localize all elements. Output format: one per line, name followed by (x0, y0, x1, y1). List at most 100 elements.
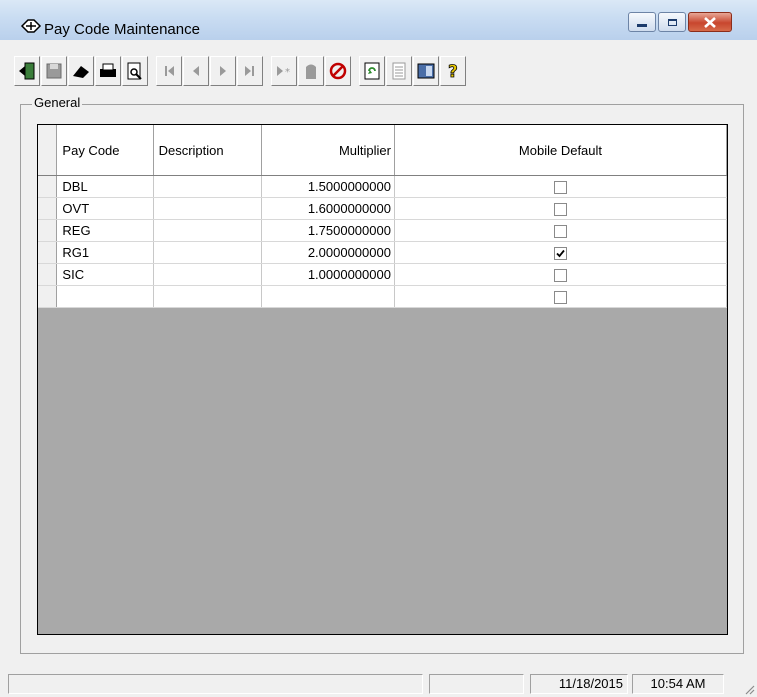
app-icon (20, 19, 42, 33)
print-preview-button[interactable] (122, 56, 148, 86)
next-record-icon (220, 66, 226, 76)
mobile-default-cell[interactable] (394, 175, 727, 198)
pay-code-cell[interactable]: SIC (56, 263, 154, 286)
cancel-button[interactable] (325, 56, 351, 86)
mobile-default-checkbox[interactable] (553, 181, 567, 195)
description-cell[interactable] (153, 285, 263, 308)
grid-header-row: Pay Code Description Multiplier Mobile D… (38, 125, 727, 176)
pay-code-cell[interactable]: OVT (56, 197, 154, 220)
mobile-default-checkbox[interactable] (553, 225, 567, 239)
row-selector[interactable] (38, 241, 58, 264)
pay-code-maintenance-window: Pay Code Maintenance * ? General Pay Cod… (0, 0, 757, 697)
mobile-default-cell[interactable] (394, 197, 727, 220)
refresh-icon (364, 62, 380, 80)
row-selector[interactable] (38, 175, 58, 198)
help-button[interactable]: ? (440, 56, 466, 86)
multiplier-cell[interactable]: 1.0000000000 (261, 263, 395, 286)
status-pane-blank (429, 674, 524, 694)
multiplier-cell[interactable]: 1.5000000000 (261, 175, 395, 198)
mobile-default-cell[interactable] (394, 241, 727, 264)
first-record-button[interactable] (156, 56, 182, 86)
notes-icon (392, 62, 406, 80)
description-cell[interactable] (153, 263, 263, 286)
floppy-disk-icon (46, 63, 62, 79)
status-time: 10:54 AM (632, 674, 724, 694)
pay-code-grid[interactable]: Pay Code Description Multiplier Mobile D… (37, 124, 728, 635)
minimize-button[interactable] (628, 12, 656, 32)
status-pane-message (8, 674, 423, 694)
open-icon (73, 66, 89, 78)
table-row[interactable]: RG1 2.0000000000 (38, 241, 727, 264)
description-cell[interactable] (153, 219, 263, 242)
toolbar: * ? (14, 56, 754, 88)
door-exit-icon (19, 62, 35, 80)
description-cell[interactable] (153, 197, 263, 220)
row-selector[interactable] (38, 285, 58, 308)
pay-code-cell[interactable] (56, 285, 154, 308)
general-group-label: General (32, 95, 83, 110)
status-bar: 11/18/2015 10:54 AM (0, 672, 757, 697)
multiplier-cell[interactable] (261, 285, 395, 308)
description-cell[interactable] (153, 175, 263, 198)
pay-code-cell[interactable]: REG (56, 219, 154, 242)
row-selector[interactable] (38, 219, 58, 242)
exit-button[interactable] (14, 56, 40, 86)
refresh-button[interactable] (359, 56, 385, 86)
mobile-default-cell[interactable] (394, 263, 727, 286)
svg-text:*: * (285, 67, 290, 78)
resize-grip-icon[interactable] (743, 683, 755, 695)
notes-button[interactable] (386, 56, 412, 86)
window-title: Pay Code Maintenance (44, 21, 200, 38)
lookup-button[interactable] (413, 56, 439, 86)
print-button[interactable] (95, 56, 121, 86)
help-icon: ? (448, 62, 459, 81)
previous-record-icon (193, 66, 199, 76)
row-selector[interactable] (38, 263, 58, 286)
table-row[interactable]: OVT 1.6000000000 (38, 197, 727, 220)
multiplier-cell[interactable]: 1.6000000000 (261, 197, 395, 220)
column-header-pay-code[interactable]: Pay Code (56, 125, 154, 176)
multiplier-cell[interactable]: 2.0000000000 (261, 241, 395, 264)
lookup-icon (417, 63, 435, 79)
close-icon (704, 16, 716, 28)
table-row[interactable]: DBL 1.5000000000 (38, 175, 727, 198)
column-header-mobile-default[interactable]: Mobile Default (394, 125, 727, 176)
column-header-description[interactable]: Description (153, 125, 263, 176)
mobile-default-cell[interactable] (394, 285, 727, 308)
pay-code-table: Pay Code Description Multiplier Mobile D… (38, 125, 727, 308)
print-preview-icon (127, 62, 142, 80)
last-record-icon (245, 66, 254, 76)
first-record-icon (165, 66, 174, 76)
save-button[interactable] (41, 56, 67, 86)
previous-record-button[interactable] (183, 56, 209, 86)
next-record-button[interactable] (210, 56, 236, 86)
checkmark-icon (556, 249, 565, 258)
open-button[interactable] (68, 56, 94, 86)
mobile-default-checkbox[interactable] (553, 247, 567, 261)
column-header-multiplier[interactable]: Multiplier (261, 125, 395, 176)
svg-text:?: ? (448, 62, 458, 81)
maximize-button[interactable] (658, 12, 686, 32)
new-record-button[interactable]: * (271, 56, 297, 86)
status-date: 11/18/2015 (530, 674, 628, 694)
mobile-default-checkbox[interactable] (553, 269, 567, 283)
last-record-button[interactable] (237, 56, 263, 86)
description-cell[interactable] (153, 241, 263, 264)
row-selector[interactable] (38, 197, 58, 220)
printer-icon (100, 63, 116, 77)
title-bar[interactable]: Pay Code Maintenance (0, 0, 757, 40)
multiplier-cell[interactable]: 1.7500000000 (261, 219, 395, 242)
close-button[interactable] (688, 12, 732, 32)
row-selector-header[interactable] (38, 125, 58, 176)
new-record-row[interactable] (38, 285, 727, 308)
pay-code-cell[interactable]: DBL (56, 175, 154, 198)
cancel-icon (329, 62, 347, 80)
mobile-default-checkbox[interactable] (553, 203, 567, 217)
mobile-default-cell[interactable] (394, 219, 727, 242)
pay-code-cell[interactable]: RG1 (56, 241, 154, 264)
table-row[interactable]: SIC 1.0000000000 (38, 263, 727, 286)
table-row[interactable]: REG 1.7500000000 (38, 219, 727, 242)
maximize-icon (667, 18, 677, 26)
mobile-default-checkbox[interactable] (553, 291, 567, 305)
delete-record-button[interactable] (298, 56, 324, 86)
